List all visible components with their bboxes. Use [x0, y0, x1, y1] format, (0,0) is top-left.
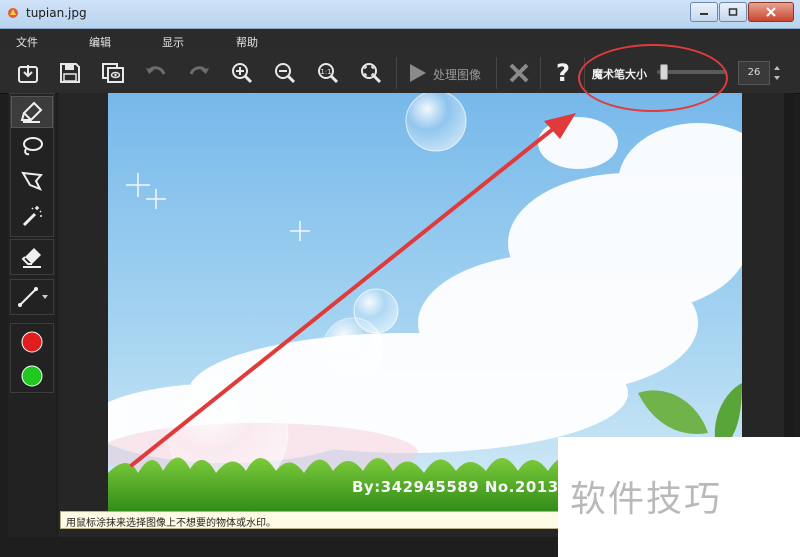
eraser-icon — [21, 248, 41, 268]
green-color-swatch — [21, 365, 43, 387]
process-image-label[interactable]: 处理图像 — [433, 66, 481, 83]
redo-icon — [189, 66, 209, 75]
highlighter-icon — [20, 101, 43, 123]
watermark-text: 软件技巧 — [570, 479, 723, 520]
menu-help[interactable]: 帮助 — [236, 34, 258, 50]
spin-down-icon — [774, 76, 780, 80]
menu-view[interactable]: 显示 — [162, 34, 184, 50]
polygon-lasso-tool[interactable] — [11, 165, 53, 197]
polygon-lasso-icon — [21, 171, 43, 191]
cancel-button[interactable] — [504, 58, 534, 88]
window-title: tupian.jpg — [26, 6, 87, 20]
status-hint-text: 用鼠标涂抹来选择图像上不想要的物体或水印。 — [66, 518, 276, 529]
spin-up-icon — [774, 66, 780, 70]
image-credit-text: By:342945589 No.2013 — [352, 478, 559, 496]
question-mark-icon: ? — [556, 59, 570, 87]
line-tool[interactable] — [11, 281, 53, 313]
close-button[interactable] — [748, 2, 794, 22]
app-icon — [8, 8, 18, 18]
spin-arrows[interactable] — [771, 61, 783, 85]
menu-edit[interactable]: 编辑 — [89, 34, 111, 50]
eraser-tool[interactable] — [11, 241, 53, 273]
red-color-swatch — [21, 331, 43, 353]
tool-panel — [8, 93, 56, 537]
dropdown-icon — [42, 295, 48, 299]
compare-button[interactable] — [98, 58, 128, 88]
help-button[interactable]: ? — [548, 58, 578, 88]
marker-tool[interactable] — [11, 96, 53, 128]
red-color-button[interactable] — [11, 326, 53, 358]
status-bar: 用鼠标涂抹来选择图像上不想要的物体或水印。 — [60, 511, 560, 529]
preview-icon — [102, 63, 124, 83]
process-image-button[interactable] — [402, 58, 432, 88]
zoom-out-icon — [275, 63, 296, 84]
fit-window-icon — [361, 63, 382, 84]
maximize-button[interactable] — [719, 2, 747, 22]
fit-window-button[interactable] — [356, 58, 386, 88]
undo-icon — [146, 66, 166, 75]
redo-button[interactable] — [184, 58, 214, 88]
title-bar: tupian.jpg — [0, 0, 800, 29]
save-button[interactable] — [55, 58, 85, 88]
annotation-circle — [578, 44, 728, 112]
zoom-in-icon — [232, 63, 253, 84]
lasso-tool[interactable] — [11, 131, 53, 163]
maximize-icon — [728, 8, 738, 16]
lasso-icon — [23, 137, 43, 156]
magic-pen-size-input[interactable]: 26 — [738, 61, 770, 85]
zoom-out-button[interactable] — [270, 58, 300, 88]
svg-text:1:1: 1:1 — [320, 68, 331, 76]
minimize-icon — [700, 13, 708, 15]
magic-wand-icon — [22, 206, 42, 227]
line-icon — [18, 287, 38, 307]
close-icon — [766, 7, 776, 17]
actual-size-icon: 1:1 — [318, 63, 339, 84]
undo-button[interactable] — [141, 58, 171, 88]
save-icon — [60, 63, 80, 83]
green-color-button[interactable] — [11, 360, 53, 392]
actual-size-button[interactable]: 1:1 — [313, 58, 343, 88]
play-icon — [410, 64, 426, 82]
menu-file[interactable]: 文件 — [16, 34, 38, 50]
open-icon — [18, 65, 38, 83]
minimize-button[interactable] — [690, 2, 718, 22]
zoom-in-button[interactable] — [227, 58, 257, 88]
magic-wand-tool[interactable] — [11, 200, 53, 232]
cancel-x-icon — [509, 63, 529, 83]
open-button[interactable] — [13, 58, 43, 88]
